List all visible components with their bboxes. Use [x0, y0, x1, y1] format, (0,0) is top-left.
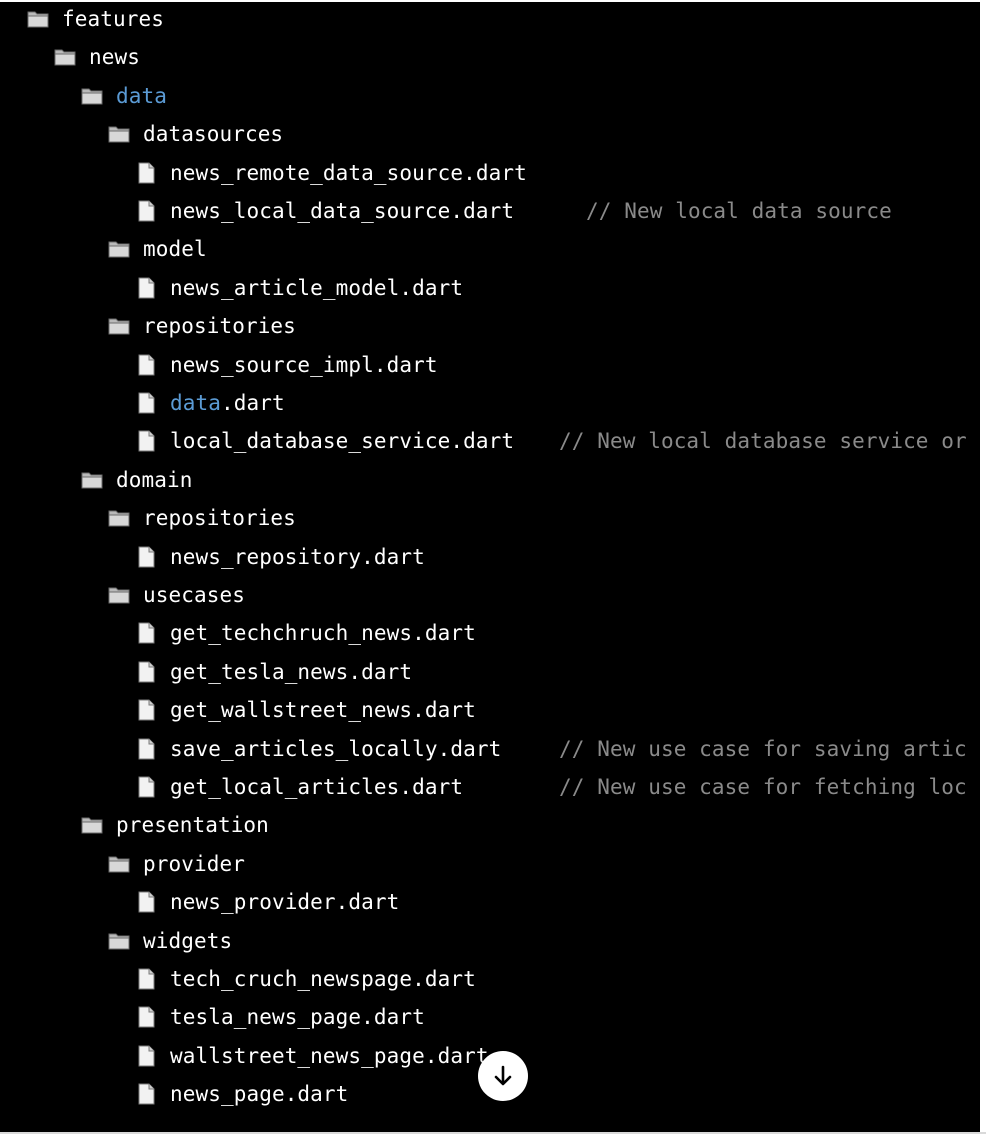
file-name: get_local_articles.dart — [170, 775, 464, 799]
tree-folder-row: features — [26, 2, 980, 38]
folder-name: presentation — [116, 813, 269, 838]
file-name: get_techchruch_news.dart — [170, 621, 476, 646]
file-name: get_tesla_news.dart — [170, 659, 413, 684]
folder-icon — [53, 45, 77, 69]
folder-name: usecases — [143, 583, 245, 607]
tree-file-row: tesla_news_page.dart — [134, 998, 980, 1036]
tree-file-row: get_wallstreet_news.dart — [134, 691, 980, 729]
tree-file-row: news_repository.dart — [134, 538, 980, 576]
folder-name: domain — [116, 467, 193, 492]
file-name: news_remote_data_source.dart — [170, 160, 527, 185]
file-name: news_provider.dart — [170, 890, 400, 915]
tree-folder-row: provider — [107, 845, 980, 883]
file-icon — [134, 391, 158, 415]
folder-icon — [107, 506, 131, 530]
file-icon — [134, 276, 158, 300]
folder-icon — [107, 583, 131, 607]
folder-icon — [107, 929, 131, 953]
tree-folder-row: repositories — [107, 499, 980, 537]
tree-file-row: news_provider.dart — [134, 883, 980, 921]
file-name: news_page.dart — [170, 1082, 349, 1107]
file-name: wallstreet_news_page.dart — [170, 1043, 489, 1068]
file-name: local_database_service.dart — [170, 429, 515, 454]
file-name: news_source_impl.dart — [170, 352, 438, 377]
tree-file-row: tech_cruch_newspage.dart — [134, 960, 980, 998]
folder-name: model — [143, 237, 207, 262]
folder-name: datasources — [143, 122, 284, 147]
folder-name: provider — [143, 851, 245, 876]
tree-file-row: get_techchruch_news.dart — [134, 614, 980, 652]
tree-file-row: news_page.dart — [134, 1075, 980, 1113]
folder-name: features — [62, 7, 164, 31]
tree-folder-row: repositories — [107, 307, 980, 345]
folder-icon — [107, 237, 131, 261]
folder-name: news — [89, 45, 140, 70]
file-name: news_local_data_source.dart — [170, 199, 515, 223]
file-icon — [134, 737, 158, 761]
file-name: save_articles_locally.dart — [170, 736, 502, 761]
file-icon — [134, 1082, 158, 1106]
file-name: news_repository.dart — [170, 544, 425, 569]
code-comment: // New local data source — [586, 199, 892, 223]
folder-name: data — [116, 83, 167, 108]
file-icon — [134, 429, 158, 453]
scroll-to-bottom-button[interactable] — [478, 1051, 528, 1101]
file-icon — [134, 161, 158, 185]
file-name: news_article_model.dart — [170, 275, 464, 300]
folder-icon — [26, 7, 50, 31]
file-icon — [134, 775, 158, 799]
tree-folder-row: widgets — [107, 922, 980, 960]
file-icon — [134, 545, 158, 569]
file-icon — [134, 199, 158, 223]
tree-file-row: news_source_impl.dart — [134, 346, 980, 384]
highlighted-text: data — [170, 391, 221, 415]
file-name: .dart — [220, 391, 285, 415]
tree-folder-row: presentation — [80, 806, 980, 844]
tree-folder-row: usecases — [107, 576, 980, 614]
tree-folder-row: domain — [80, 461, 980, 499]
folder-name: repositories — [143, 314, 296, 339]
file-icon — [134, 698, 158, 722]
code-comment: // New use case for saving artic — [559, 736, 967, 761]
tree-folder-row: news — [53, 38, 980, 76]
divider — [0, 1132, 986, 1134]
tree-file-row: news_remote_data_source.dart — [134, 154, 980, 192]
file-icon — [134, 967, 158, 991]
file-name: tesla_news_page.dart — [170, 1005, 425, 1030]
folder-icon — [80, 84, 104, 108]
tree-file-row: news_article_model.dart — [134, 269, 980, 307]
file-icon — [134, 353, 158, 377]
page-margin — [980, 0, 986, 1138]
folder-icon — [80, 813, 104, 837]
tree-folder-row: data — [80, 77, 980, 115]
file-icon — [134, 660, 158, 684]
code-comment: // New local database service or — [559, 429, 967, 454]
arrow-down-icon — [494, 1065, 512, 1086]
folder-icon — [107, 852, 131, 876]
folder-name: repositories — [143, 506, 296, 531]
file-icon — [134, 621, 158, 645]
tree-folder-row: model — [107, 230, 980, 268]
folder-icon — [107, 122, 131, 146]
file-name: tech_cruch_newspage.dart — [170, 967, 476, 991]
file-tree-code-block: features news data datasources news_remote_d… — [0, 2, 980, 1132]
folder-name: widgets — [143, 928, 233, 953]
file-icon — [134, 1005, 158, 1029]
file-icon — [134, 890, 158, 914]
file-name: get_wallstreet_news.dart — [170, 698, 476, 723]
code-comment: // New use case for fetching loc — [559, 775, 967, 799]
tree-file-row: wallstreet_news_page.dart — [134, 1037, 980, 1075]
tree-file-row: data .dart — [134, 384, 980, 422]
folder-icon — [80, 468, 104, 492]
file-icon — [134, 1044, 158, 1068]
tree-file-row: get_tesla_news.dart — [134, 653, 980, 691]
tree-folder-row: datasources — [107, 115, 980, 153]
folder-icon — [107, 314, 131, 338]
